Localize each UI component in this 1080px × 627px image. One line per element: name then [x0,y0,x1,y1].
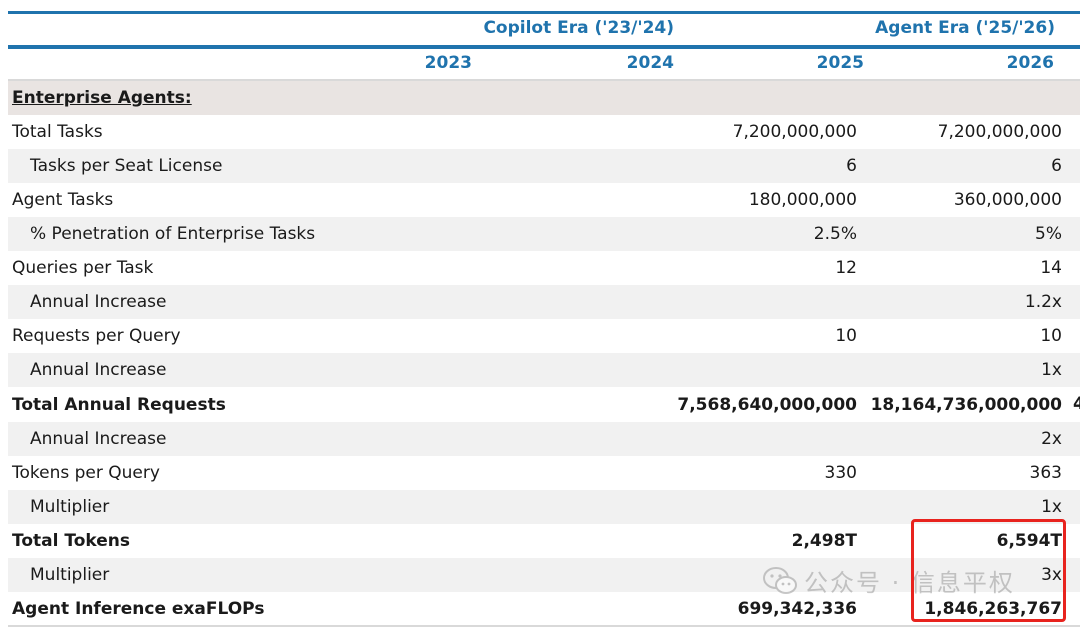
year-2026-heading: 2026 [1006,53,1054,73]
row-label: Multiplier [8,490,403,524]
cell-2026: 360,000,000 [953,190,1062,210]
cell-2025 [675,353,865,387]
row-label: Requests per Query [12,326,181,346]
cell-2025: 6 [675,149,865,183]
row-label: Multiplier [8,558,403,592]
table-row-tokens-per-query: Tokens per Query 330 363 [8,456,1080,490]
table-row-tasks-per-seat: Tasks per Seat License 6 6 [8,149,1080,183]
row-label: Queries per Task [12,258,154,278]
year-2024-heading: 2024 [626,53,674,73]
row-label: Agent Tasks [12,190,114,210]
row-label: % Penetration of Enterprise Tasks [8,217,403,251]
row-label: Enterprise Agents: [8,81,403,115]
row-label: Annual Increase [8,285,403,319]
cell-2026: 5% [865,217,1080,251]
cell-2026: 1.2x [865,285,1080,319]
table-row-queries-per-task: Queries per Task 12 14 [8,251,1080,285]
cell-2025: 10 [835,326,857,346]
year-2023-heading: 2023 [424,53,472,73]
row-label: Total Tasks [12,122,103,142]
watermark: 公众号 · 信息平权 [762,563,1015,598]
row-label: Annual Increase [8,422,403,456]
agent-era-heading: Agent Era ('25/'26) [875,18,1055,38]
year-header-row: 2023 2024 2025 2026 [8,49,1080,79]
table-row-multiplier-tokens: Multiplier 1x [8,490,1080,524]
agent-model-table: Enterprise Agents: Total Tasks 7,200,000… [8,81,1080,626]
watermark-text: 公众号 · 信息平权 [804,569,1015,597]
row-label: Agent Inference exaFLOPs [12,599,265,619]
row-label: Annual Increase [8,353,403,387]
era-header-row: Copilot Era ('23/'24) Agent Era ('25/'26… [8,14,1080,45]
cell-2026: 10 [1040,326,1062,346]
cell-2026: 18,164,736,000,000 [870,394,1062,415]
cell-2025 [675,285,865,319]
cell-2026: 6,594T [996,531,1062,551]
cell-2026 [865,81,1080,115]
cell-2025: 7,200,000,000 [732,122,857,142]
cell-2025 [675,490,865,524]
cell-2025 [675,81,865,115]
row-label: Total Tokens [12,531,130,551]
wechat-icon [763,566,797,594]
table-row-enterprise-agents: Enterprise Agents: [8,81,1080,115]
cell-2025 [675,422,865,456]
table-row-penetration: % Penetration of Enterprise Tasks 2.5% 5… [8,217,1080,251]
cell-2026: 363 [1029,463,1062,483]
cell-2026: 1x [865,353,1080,387]
table-row-annual-increase-requests: Annual Increase 1x [8,353,1080,387]
cell-2025: 2,498T [791,531,857,551]
table-row-agent-tasks: Agent Tasks 180,000,000 360,000,000 [8,183,1080,217]
row-label: Tasks per Seat License [8,149,403,183]
year-2025-heading: 2025 [816,53,864,73]
cell-2025: 2.5% [675,217,865,251]
cell-2025: 180,000,000 [748,190,857,210]
cell-2026: 6 [865,149,1080,183]
cell-2026: 2x [865,422,1080,456]
table-row-total-annual-requests: Total Annual Requests 7,568,640,000,000 … [8,387,1080,422]
table-row-requests-per-query: Requests per Query 10 10 [8,319,1080,353]
table-row-total-tasks: Total Tasks 7,200,000,000 7,200,000,000 [8,115,1080,149]
cell-2026: 7,200,000,000 [937,122,1062,142]
copilot-era-heading: Copilot Era ('23/'24) [483,18,674,38]
table-row-annual-increase-total: Annual Increase 2x [8,422,1080,456]
cell-2025: 330 [824,463,857,483]
cropped-edge-digit: 4 [1073,394,1080,414]
table-row-annual-increase-queries: Annual Increase 1.2x [8,285,1080,319]
cell-2025: 12 [835,258,857,278]
table-row-total-tokens: Total Tokens 2,498T 6,594T [8,524,1080,558]
row-label: Tokens per Query [12,463,160,483]
cell-2025: 7,568,640,000,000 [677,394,857,415]
row-label: Total Annual Requests [12,394,226,415]
cell-2026: 1x [865,490,1080,524]
cell-2026: 14 [1040,258,1062,278]
